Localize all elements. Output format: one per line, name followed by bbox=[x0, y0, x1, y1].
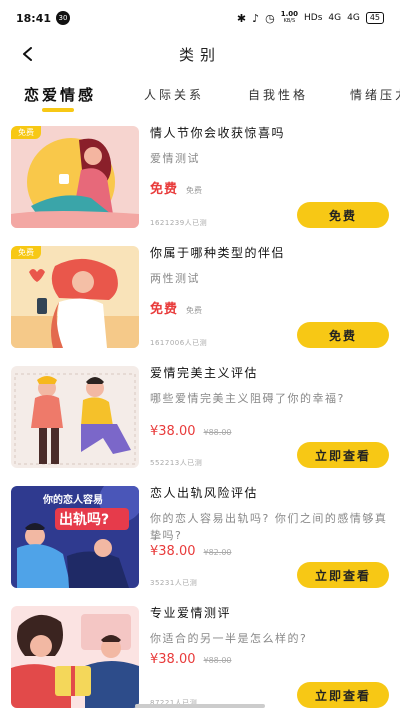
item-subtitle: 爱情测试 bbox=[150, 152, 200, 165]
tab-love[interactable]: 恋爱情感 bbox=[24, 84, 96, 105]
free-button[interactable]: 免费 bbox=[297, 322, 389, 348]
item-title: 情人节你会收获惊喜吗 bbox=[150, 126, 286, 140]
item-count: 552213人已测 bbox=[150, 459, 203, 467]
status-bar: 18:41 30 ✱ ♪ ◷ 1.00 KB/S HDs 4G 4G 45 bbox=[0, 0, 400, 36]
item-title: 恋人出轨风险评估 bbox=[150, 486, 259, 500]
item-price-note: 免费 bbox=[186, 306, 203, 315]
item-price: ¥38.00 bbox=[150, 544, 196, 559]
item-count: 1617006人已测 bbox=[150, 339, 208, 347]
tab-relationships[interactable]: 人际关系 bbox=[144, 86, 204, 103]
alarm-icon: ◷ bbox=[265, 11, 275, 25]
item-count: 1621239人已测 bbox=[150, 219, 208, 227]
item-price: ¥38.00 bbox=[150, 652, 196, 667]
woman-with-cup-illustration bbox=[11, 126, 139, 228]
list-item[interactable]: 专业爱情测评 你适合的另一半是怎么样的? ¥38.00 ¥88.00 87221… bbox=[0, 598, 400, 711]
mute-icon: ♪ bbox=[252, 11, 260, 25]
home-indicator[interactable] bbox=[135, 704, 265, 708]
active-tab-indicator bbox=[42, 108, 74, 112]
item-price: 免费 bbox=[150, 182, 179, 197]
item-thumbnail: 免费 bbox=[11, 246, 139, 348]
couple-with-gift-illustration bbox=[11, 606, 139, 708]
view-now-button[interactable]: 立即查看 bbox=[297, 682, 389, 708]
item-title: 爱情完美主义评估 bbox=[150, 366, 259, 380]
item-original-price: ¥88.00 bbox=[203, 656, 232, 665]
view-now-button[interactable]: 立即查看 bbox=[297, 562, 389, 588]
network-speed: 1.00 KB/S bbox=[280, 10, 299, 25]
item-title: 专业爱情测评 bbox=[150, 606, 232, 620]
battery-icon: 45 bbox=[365, 12, 384, 24]
list-item[interactable]: 爱情完美主义评估 哪些爱情完美主义阻碍了你的幸福? ¥38.00 ¥88.00 … bbox=[0, 358, 400, 478]
item-count: 35231人已测 bbox=[150, 579, 198, 587]
signal-icon-1: 4G bbox=[328, 13, 342, 23]
free-tag: 免费 bbox=[11, 246, 41, 259]
price-row: ¥38.00 ¥82.00 bbox=[150, 544, 232, 559]
bluetooth-icon: ✱ bbox=[236, 11, 247, 25]
item-original-price: ¥82.00 bbox=[203, 548, 232, 557]
item-price: ¥38.00 bbox=[150, 424, 196, 439]
hd-indicator: HDs bbox=[304, 13, 323, 23]
price-row: 免费 免费 bbox=[150, 178, 202, 197]
item-price: 免费 bbox=[150, 302, 179, 317]
free-button[interactable]: 免费 bbox=[297, 202, 389, 228]
item-title: 你属于哪种类型的伴侣 bbox=[150, 246, 286, 260]
item-thumbnail bbox=[11, 366, 139, 468]
notification-badge: 30 bbox=[56, 11, 71, 25]
view-now-button[interactable]: 立即查看 bbox=[297, 442, 389, 468]
tab-personality[interactable]: 自我性格 bbox=[248, 86, 308, 103]
item-price-note: 免费 bbox=[186, 186, 203, 195]
chevron-left-icon bbox=[23, 47, 32, 61]
item-subtitle: 两性测试 bbox=[150, 272, 200, 285]
woman-with-phone-illustration bbox=[11, 246, 139, 348]
status-icons: ✱ ♪ ◷ 1.00 KB/S HDs 4G 4G 45 bbox=[237, 11, 384, 25]
status-time: 18:41 bbox=[16, 11, 52, 25]
free-tag: 免费 bbox=[11, 126, 41, 139]
item-subtitle: 你适合的另一半是怎么样的? bbox=[150, 632, 308, 645]
signal-icon-2: 4G bbox=[347, 13, 360, 23]
tab-stress[interactable]: 情绪压力 bbox=[350, 86, 400, 103]
price-row: 免费 免费 bbox=[150, 298, 202, 317]
list-item[interactable]: 免费 情人节你会收获惊喜吗 爱情测试 免费 免费 1621239人已测 免费 bbox=[0, 118, 400, 238]
price-row: ¥38.00 ¥88.00 bbox=[150, 652, 232, 667]
list-item[interactable]: 你的恋人容易 出轨吗? 恋人出轨风险评估 你的恋人容易出轨吗? 你们之间的感情够… bbox=[0, 478, 400, 598]
image-caption-line-1: 你的恋人容易 bbox=[42, 493, 103, 506]
page-title: 类别 bbox=[178, 45, 221, 64]
price-row: ¥38.00 ¥88.00 bbox=[150, 424, 232, 439]
item-thumbnail: 免费 bbox=[11, 126, 139, 228]
back-button[interactable] bbox=[14, 40, 42, 68]
item-subtitle: 你的恋人容易出轨吗? 你们之间的感情够真挚吗? bbox=[150, 512, 388, 542]
header: 类别 bbox=[0, 36, 400, 72]
couple-illustration bbox=[11, 366, 139, 468]
item-thumbnail bbox=[11, 606, 139, 708]
list-item[interactable]: 免费 你属于哪种类型的伴侣 两性测试 免费 免费 1617006人已测 免费 bbox=[0, 238, 400, 358]
cheating-couple-illustration: 你的恋人容易 出轨吗? bbox=[11, 486, 139, 588]
category-tabs: 恋爱情感 人际关系 自我性格 情绪压力 bbox=[0, 80, 400, 116]
item-thumbnail: 你的恋人容易 出轨吗? bbox=[11, 486, 139, 588]
item-original-price: ¥88.00 bbox=[203, 428, 232, 437]
item-subtitle: 哪些爱情完美主义阻碍了你的幸福? bbox=[150, 392, 345, 405]
image-caption-line-2: 出轨吗? bbox=[59, 511, 109, 528]
